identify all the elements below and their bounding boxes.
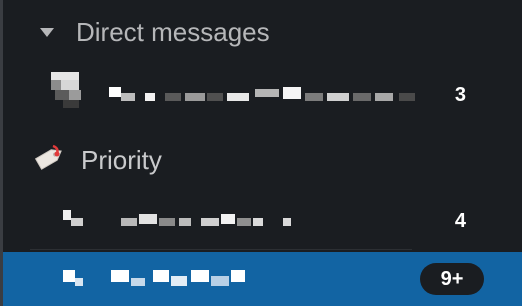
redacted-name xyxy=(63,270,253,286)
redacted-name xyxy=(63,210,303,226)
sidebar-item-direct-message[interactable]: 3 xyxy=(3,66,522,124)
redacted-name xyxy=(109,87,419,103)
tag-icon xyxy=(34,144,62,170)
channel-sidebar: Direct messages 3 Priority 4 9+ xyxy=(0,0,522,306)
redacted-avatar xyxy=(51,72,83,110)
caret-down-icon[interactable] xyxy=(40,27,54,37)
section-label: Direct messages xyxy=(76,16,270,47)
sidebar-item-priority-channel[interactable]: 4 xyxy=(3,192,522,250)
unread-badge: 9+ xyxy=(420,263,484,295)
unread-count: 3 xyxy=(454,83,466,106)
section-header-direct-messages[interactable]: Direct messages xyxy=(30,10,270,54)
section-header-priority[interactable]: Priority xyxy=(3,132,522,188)
divider xyxy=(30,249,412,250)
section-label: Priority xyxy=(81,144,162,175)
unread-count: 4 xyxy=(454,209,466,232)
sidebar-item-selected[interactable]: 9+ xyxy=(3,252,522,306)
